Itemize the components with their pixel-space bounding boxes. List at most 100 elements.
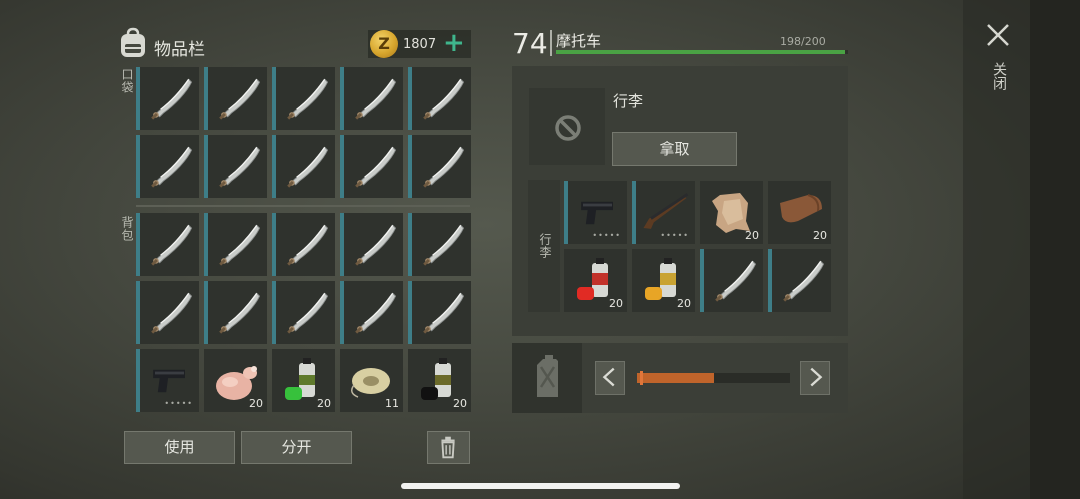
close-label[interactable]: 关闭	[989, 62, 1009, 90]
section-divider	[136, 205, 470, 207]
pocket-slot[interactable]	[204, 67, 267, 130]
inventory-title: 物品栏	[154, 40, 205, 60]
cargo-slot[interactable]: 20	[768, 181, 831, 244]
item-quantity: 20	[677, 297, 691, 310]
item-quantity: 11	[385, 397, 399, 410]
pocket-slot[interactable]	[272, 135, 335, 198]
ammo-dots: •••••	[592, 231, 621, 240]
machete-icon	[423, 146, 465, 188]
machete-icon	[151, 78, 193, 120]
backpack-slot[interactable]: 20	[204, 349, 267, 412]
machete-icon	[423, 292, 465, 334]
backpack-slot[interactable]	[136, 281, 199, 344]
machete-icon	[151, 292, 193, 334]
machete-icon	[287, 146, 329, 188]
cargo-slot[interactable]: •••••	[632, 181, 695, 244]
machete-icon	[151, 146, 193, 188]
backpack-slot[interactable]	[340, 281, 403, 344]
machete-icon	[219, 224, 261, 266]
backpack-slot[interactable]: 11	[340, 349, 403, 412]
trash-icon	[441, 436, 455, 459]
coin-count: 1807	[403, 37, 437, 52]
pocket-slot[interactable]	[136, 67, 199, 130]
item-quantity: 20	[249, 397, 263, 410]
split-button[interactable]: 分开	[241, 431, 352, 464]
backpack-label: 背包	[120, 216, 134, 242]
ammo-dots: •••••	[164, 399, 193, 408]
machete-icon	[355, 78, 397, 120]
item-quantity: 20	[609, 297, 623, 310]
fuel-slider-handle[interactable]	[640, 371, 643, 385]
fuel-slot	[512, 343, 582, 413]
cargo-slot[interactable]: •••••	[564, 181, 627, 244]
fuel-decrease-button[interactable]	[595, 361, 625, 395]
arrow-left-icon	[602, 367, 615, 387]
backpack-slot[interactable]	[204, 281, 267, 344]
header-separator	[550, 30, 552, 56]
item-quantity: 20	[317, 397, 331, 410]
trash-button[interactable]	[427, 431, 470, 464]
machete-icon	[287, 78, 329, 120]
pocket-slot[interactable]	[408, 135, 471, 198]
vehicle-level: 74	[512, 27, 548, 60]
cargo-label: 行李	[538, 233, 552, 259]
pocket-slot[interactable]	[272, 67, 335, 130]
backpack-slot[interactable]	[272, 213, 335, 276]
home-indicator[interactable]	[401, 483, 680, 489]
storage-label: 行李	[613, 92, 644, 110]
item-quantity: 20	[813, 229, 827, 242]
fuel-fill	[637, 373, 714, 383]
pocket-slot[interactable]	[136, 135, 199, 198]
pocket-slot[interactable]	[340, 135, 403, 198]
ammo-dots: •••••	[660, 231, 689, 240]
backpack-slot[interactable]: 20	[272, 349, 335, 412]
cargo-slot[interactable]	[700, 249, 763, 312]
arrow-right-icon	[810, 367, 823, 387]
jerrycan-icon	[537, 355, 558, 397]
pocket-slot[interactable]	[408, 67, 471, 130]
backpack-slot[interactable]	[272, 281, 335, 344]
close-icon[interactable]	[985, 22, 1011, 48]
machete-icon	[783, 260, 825, 302]
forbidden-icon	[555, 115, 581, 141]
backpack-slot[interactable]	[136, 213, 199, 276]
backpack-slot[interactable]	[204, 213, 267, 276]
machete-icon	[219, 146, 261, 188]
backpack-slot[interactable]	[408, 281, 471, 344]
cargo-slot[interactable]: 20	[564, 249, 627, 312]
machete-icon	[355, 292, 397, 334]
backpack-slot[interactable]: •••••	[136, 349, 199, 412]
pocket-slot[interactable]	[340, 67, 403, 130]
machete-icon	[355, 146, 397, 188]
pockets-label: 口袋	[120, 68, 134, 94]
machete-icon	[423, 78, 465, 120]
cargo-slot[interactable]: 20	[700, 181, 763, 244]
machete-icon	[355, 224, 397, 266]
durability-fill	[556, 50, 845, 54]
plus-icon[interactable]: +	[443, 29, 465, 57]
machete-icon	[423, 224, 465, 266]
machete-icon	[287, 224, 329, 266]
vehicle-name: 摩托车	[556, 32, 602, 50]
machete-icon	[151, 224, 193, 266]
item-quantity: 20	[745, 229, 759, 242]
machete-icon	[715, 260, 757, 302]
use-button[interactable]: 使用	[124, 431, 235, 464]
machete-icon	[219, 78, 261, 120]
screen-edge	[1030, 0, 1080, 499]
backpack-icon	[121, 27, 145, 57]
coin-icon: Z	[370, 30, 398, 58]
take-button[interactable]: 拿取	[612, 132, 737, 166]
backpack-slot[interactable]: 20	[408, 349, 471, 412]
cargo-slot[interactable]: 20	[632, 249, 695, 312]
cargo-slot[interactable]	[768, 249, 831, 312]
durability-text: 198/200	[780, 35, 826, 48]
pocket-slot[interactable]	[204, 135, 267, 198]
machete-icon	[287, 292, 329, 334]
fuel-increase-button[interactable]	[800, 361, 830, 395]
backpack-slot[interactable]	[408, 213, 471, 276]
item-quantity: 20	[453, 397, 467, 410]
backpack-slot[interactable]	[340, 213, 403, 276]
machete-icon	[219, 292, 261, 334]
empty-slot	[529, 88, 605, 165]
